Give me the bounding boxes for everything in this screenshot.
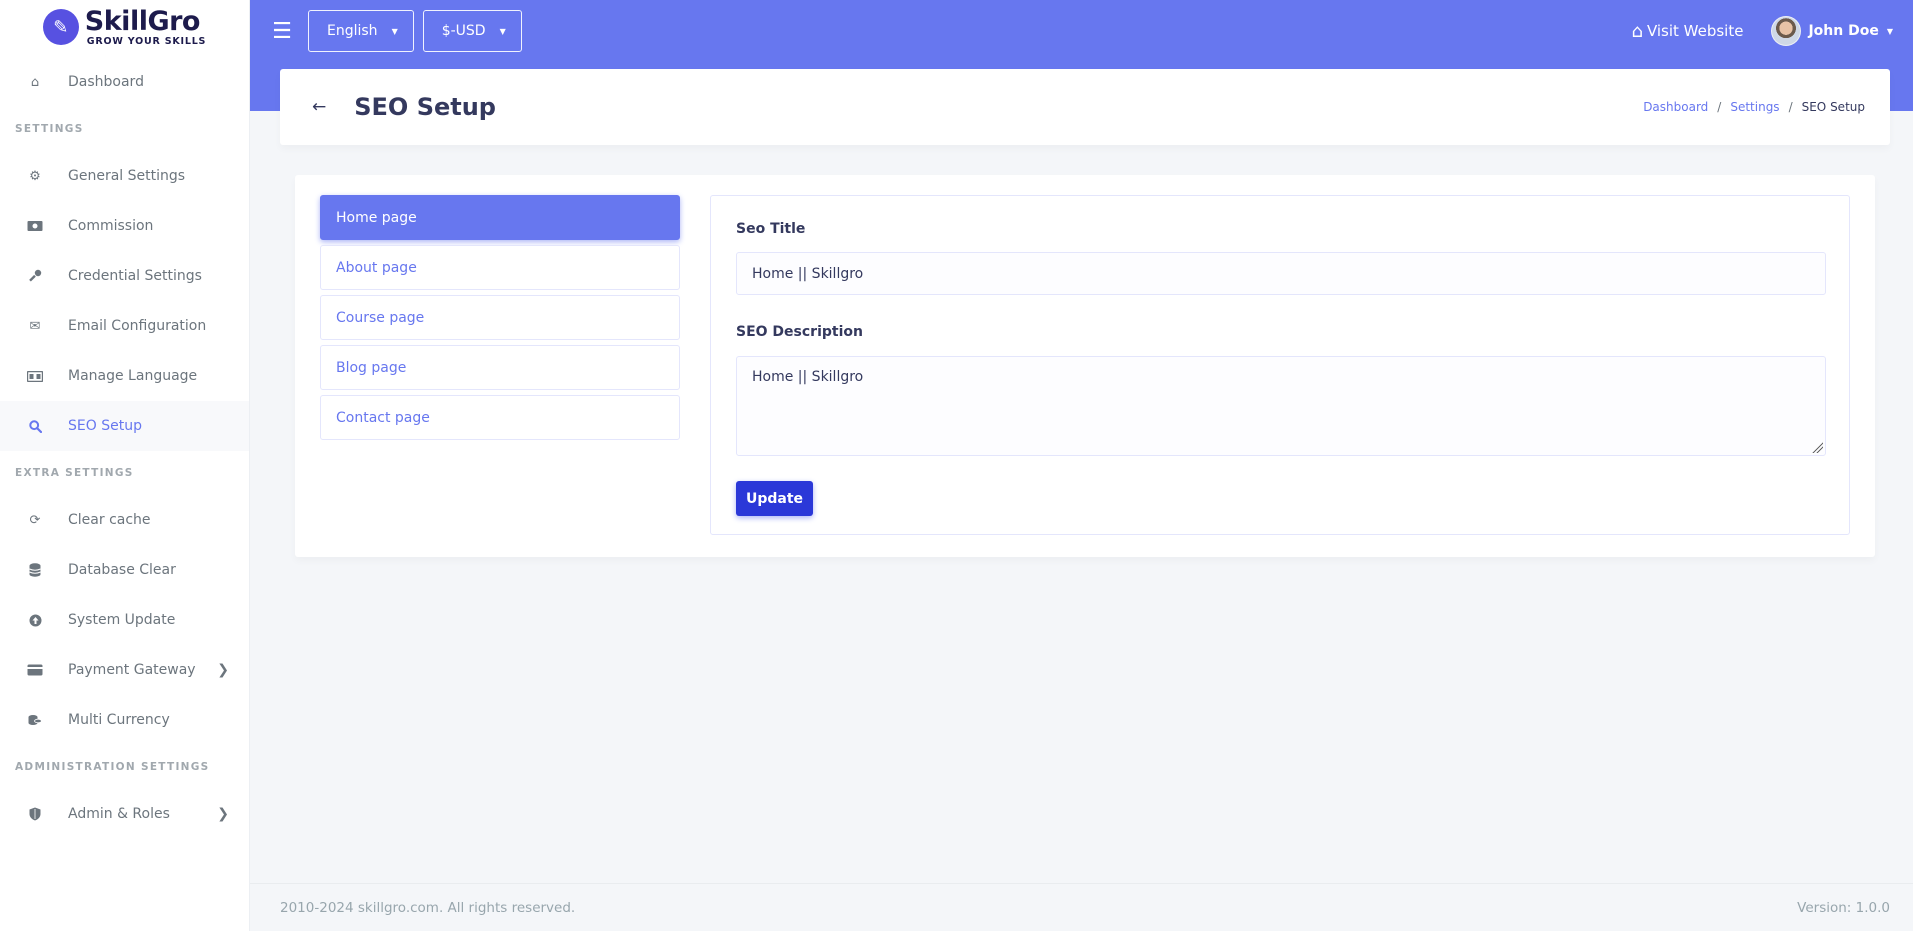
breadcrumb-separator: / <box>1717 100 1722 114</box>
user-name: John Doe <box>1808 23 1879 39</box>
sidebar-item-label: Credential Settings <box>68 268 202 284</box>
sidebar-item-system-update[interactable]: System Update <box>0 595 249 645</box>
brand-name: SkillGro <box>84 5 201 37</box>
coins-icon <box>27 712 43 728</box>
footer-version: Version: 1.0.0 <box>1797 899 1890 916</box>
sidebar-item-label: Database Clear <box>68 562 176 578</box>
tab-contact-page[interactable]: Contact page <box>320 395 680 440</box>
sidebar-item-label: General Settings <box>68 168 186 184</box>
language-icon <box>27 368 43 384</box>
sync-icon: ⟳ <box>29 512 41 528</box>
section-header: ← SEO Setup Dashboard / Settings / SEO S… <box>280 69 1890 145</box>
seo-form-panel: Seo Title Home || Skillgro SEO Descripti… <box>710 195 1850 535</box>
sidebar-item-label: Multi Currency <box>68 712 170 728</box>
sidebar-item-label: Clear cache <box>68 512 151 528</box>
sidebar-item-label: Email Configuration <box>68 318 207 334</box>
seo-description-label: SEO Description <box>736 324 863 340</box>
tab-blog-page[interactable]: Blog page <box>320 345 680 390</box>
avatar <box>1771 16 1802 46</box>
visit-website-label: Visit Website <box>1646 22 1744 40</box>
seo-title-label: Seo Title <box>736 221 806 237</box>
back-arrow-icon[interactable]: ← <box>312 97 326 117</box>
breadcrumb-current: SEO Setup <box>1801 100 1865 114</box>
gear-icon: ⚙ <box>29 168 41 184</box>
page-tabs: Home page About page Course page Blog pa… <box>320 195 680 445</box>
shield-icon <box>27 806 43 822</box>
update-button[interactable]: Update <box>736 481 813 516</box>
resize-handle-icon[interactable] <box>1811 441 1823 453</box>
user-menu[interactable]: John Doe ▼ <box>1771 16 1893 46</box>
sidebar-item-general-settings[interactable]: ⚙ General Settings <box>0 151 249 201</box>
visit-website-link[interactable]: ⌂ Visit Website <box>1632 21 1744 42</box>
footer: 2010-2024 skillgro.com. All rights reser… <box>250 883 1913 931</box>
brand-logo[interactable]: ✎ SkillGro GROW YOUR SKILLS <box>0 0 249 54</box>
page-title: SEO Setup <box>354 93 496 121</box>
money-icon <box>27 218 43 234</box>
sidebar-item-label: Dashboard <box>68 74 144 90</box>
sidebar-item-label: System Update <box>68 612 176 628</box>
logo-icon: ✎ <box>42 9 79 45</box>
sidebar-item-credential-settings[interactable]: Credential Settings <box>0 251 249 301</box>
language-select[interactable]: English ▼ <box>308 10 414 52</box>
seo-title-input[interactable]: Home || Skillgro <box>736 252 1826 295</box>
breadcrumb: Dashboard / Settings / SEO Setup <box>1643 100 1865 114</box>
seo-description-value: Home || Skillgro <box>752 369 864 385</box>
brand-tagline: GROW YOUR SKILLS <box>86 35 207 47</box>
home-icon: ⌂ <box>30 74 40 90</box>
chevron-right-icon: ❯ <box>217 806 229 822</box>
credit-card-icon <box>27 662 43 678</box>
sidebar-item-manage-language[interactable]: Manage Language <box>0 351 249 401</box>
caret-down-icon: ▼ <box>1886 26 1893 36</box>
sidebar-item-label: Commission <box>68 218 154 234</box>
tab-course-page[interactable]: Course page <box>320 295 680 340</box>
menu-toggle-icon[interactable]: ☰ <box>270 19 294 44</box>
database-icon <box>27 562 43 578</box>
sidebar-item-database-clear[interactable]: Database Clear <box>0 545 249 595</box>
currency-select[interactable]: $-USD ▼ <box>422 10 522 52</box>
sidebar-item-seo-setup[interactable]: SEO Setup <box>0 401 249 451</box>
sidebar-item-label: Manage Language <box>68 368 198 384</box>
search-icon <box>27 418 43 434</box>
navbar: ☰ English ▼ $-USD ▼ ⌂ Visit Website John… <box>250 0 1913 62</box>
seo-card: Home page About page Course page Blog pa… <box>295 175 1875 557</box>
sidebar: ✎ SkillGro GROW YOUR SKILLS ⌂ Dashboard … <box>0 0 250 931</box>
sidebar-item-label: SEO Setup <box>68 418 142 434</box>
sidebar-item-commission[interactable]: Commission <box>0 201 249 251</box>
sidebar-item-clear-cache[interactable]: ⟳ Clear cache <box>0 495 249 545</box>
home-icon: ⌂ <box>1631 20 1643 42</box>
tab-about-page[interactable]: About page <box>320 245 680 290</box>
sidebar-section-header: EXTRA SETTINGS <box>15 467 134 479</box>
footer-copyright: 2010-2024 skillgro.com. All rights reser… <box>280 899 576 916</box>
caret-down-icon: ▼ <box>391 26 398 36</box>
language-select-value: English <box>327 23 378 39</box>
upload-icon <box>27 612 43 628</box>
caret-down-icon: ▼ <box>499 26 506 36</box>
sidebar-item-payment-gateway[interactable]: Payment Gateway ❯ <box>0 645 249 695</box>
key-icon <box>27 268 43 284</box>
sidebar-item-multi-currency[interactable]: Multi Currency <box>0 695 249 745</box>
chevron-right-icon: ❯ <box>217 662 229 678</box>
sidebar-item-label: Payment Gateway <box>68 662 196 678</box>
seo-description-textarea[interactable]: Home || Skillgro <box>736 356 1826 456</box>
currency-select-value: $-USD <box>441 23 486 39</box>
sidebar-item-admin-roles[interactable]: Admin & Roles ❯ <box>0 789 249 839</box>
breadcrumb-separator: / <box>1788 100 1793 114</box>
sidebar-item-label: Admin & Roles <box>68 806 170 822</box>
envelope-icon: ✉ <box>29 318 41 334</box>
sidebar-section-header: SETTINGS <box>15 123 84 135</box>
breadcrumb-dashboard[interactable]: Dashboard <box>1643 100 1708 114</box>
sidebar-item-dashboard[interactable]: ⌂ Dashboard <box>0 57 249 107</box>
sidebar-section-header: ADMINISTRATION SETTINGS <box>15 761 210 773</box>
breadcrumb-settings[interactable]: Settings <box>1730 100 1779 114</box>
sidebar-item-email-configuration[interactable]: ✉ Email Configuration <box>0 301 249 351</box>
tab-home-page[interactable]: Home page <box>320 195 680 240</box>
